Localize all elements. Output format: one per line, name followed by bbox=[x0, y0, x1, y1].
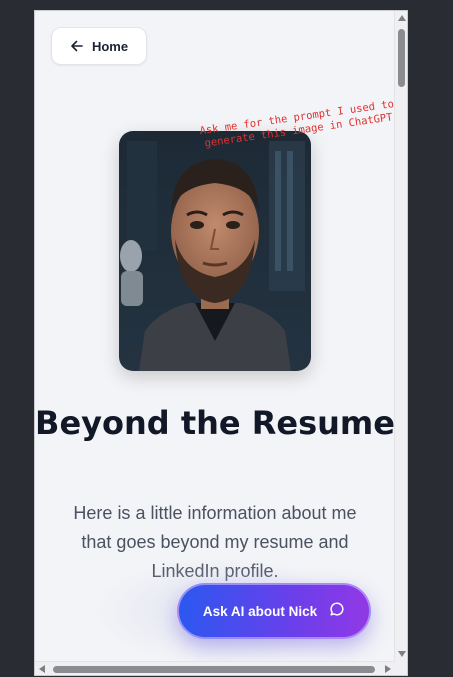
page-title: Beyond the Resume bbox=[35, 404, 395, 442]
horizontal-scroll-thumb[interactable] bbox=[53, 666, 375, 673]
scroll-up-icon[interactable] bbox=[398, 15, 406, 21]
home-button[interactable]: Home bbox=[51, 27, 147, 65]
scroll-right-icon[interactable] bbox=[385, 665, 391, 673]
scroll-left-icon[interactable] bbox=[39, 665, 45, 673]
ask-ai-button[interactable]: Ask AI about Nick bbox=[177, 583, 371, 639]
vertical-scrollbar[interactable] bbox=[394, 11, 407, 661]
profile-photo bbox=[119, 131, 311, 371]
arrow-left-icon bbox=[70, 39, 84, 53]
page-viewport: Home Ask me for the prompt I used to gen… bbox=[35, 11, 395, 661]
chat-bubble-icon bbox=[329, 601, 345, 622]
vertical-scroll-thumb[interactable] bbox=[398, 29, 405, 87]
home-button-label: Home bbox=[91, 38, 129, 54]
ask-ai-button-label: Ask AI about Nick bbox=[202, 603, 318, 619]
scrollbar-corner bbox=[394, 661, 407, 675]
scroll-down-icon[interactable] bbox=[398, 651, 406, 657]
browser-window: Home Ask me for the prompt I used to gen… bbox=[34, 10, 408, 676]
horizontal-scrollbar[interactable] bbox=[35, 661, 395, 675]
page-subtitle: Here is a little information about me th… bbox=[73, 503, 357, 581]
